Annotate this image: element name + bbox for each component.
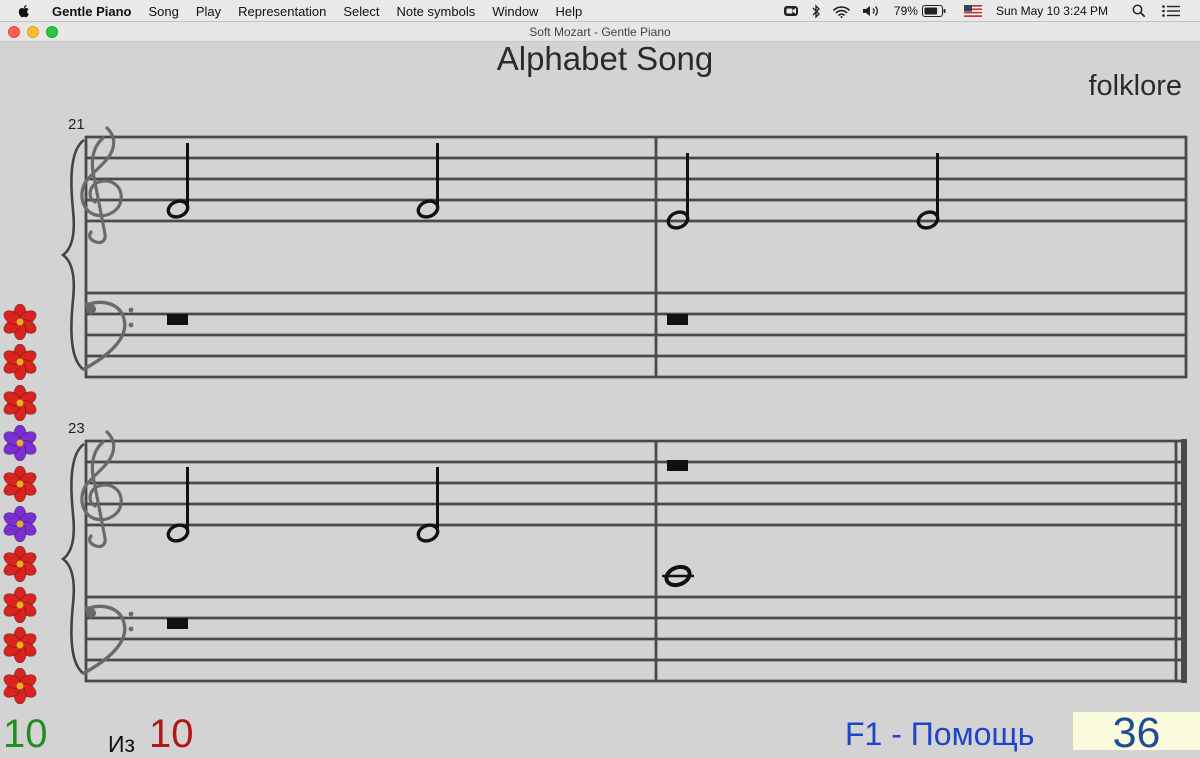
- help-hint[interactable]: F1 - Помощь: [845, 716, 1034, 753]
- red-flower-icon: [3, 344, 37, 381]
- treble-staff-lines: [85, 135, 1187, 223]
- red-flower-icon: [3, 667, 37, 704]
- whole-rest[interactable]: [167, 314, 188, 325]
- current-count: 10: [3, 712, 48, 756]
- red-flower-icon: [3, 627, 37, 664]
- purple-flower-icon: [3, 425, 37, 462]
- note-count-panel: 36: [1073, 709, 1200, 757]
- red-flower-icon: [3, 304, 37, 340]
- half-note[interactable]: [916, 153, 940, 231]
- treble-clef-icon: [80, 126, 123, 245]
- sheet-music[interactable]: [0, 0, 1200, 750]
- barlines: [84, 440, 1178, 682]
- system-brace: [61, 442, 86, 676]
- bass-staff-lines: [85, 291, 1187, 379]
- bass-staff-lines: [85, 595, 1187, 683]
- note-count: 36: [1112, 709, 1161, 757]
- staff-system-2[interactable]: [61, 430, 1187, 683]
- of-label: Из: [108, 731, 136, 757]
- red-flower-icon: [3, 384, 37, 421]
- final-barline: [1181, 439, 1187, 683]
- whole-note[interactable]: [662, 564, 694, 589]
- whole-rest[interactable]: [667, 460, 688, 471]
- red-flower-icon: [3, 465, 37, 502]
- purple-flower-icon: [3, 506, 37, 542]
- system-brace: [61, 138, 86, 372]
- half-note[interactable]: [416, 143, 440, 220]
- whole-rest[interactable]: [667, 314, 688, 325]
- red-flower-icon: [3, 586, 37, 623]
- bar-number: 21: [68, 116, 85, 133]
- bar-number: 23: [68, 420, 85, 437]
- half-note[interactable]: [666, 153, 690, 231]
- treble-clef-icon: [80, 430, 123, 549]
- treble-staff-lines: [85, 439, 1187, 527]
- red-flower-icon: [3, 546, 37, 583]
- staff-system-1[interactable]: [61, 126, 1188, 379]
- whole-rest[interactable]: [167, 618, 188, 629]
- total-count: 10: [149, 712, 194, 756]
- half-note[interactable]: [166, 143, 190, 220]
- barlines: [84, 136, 1188, 378]
